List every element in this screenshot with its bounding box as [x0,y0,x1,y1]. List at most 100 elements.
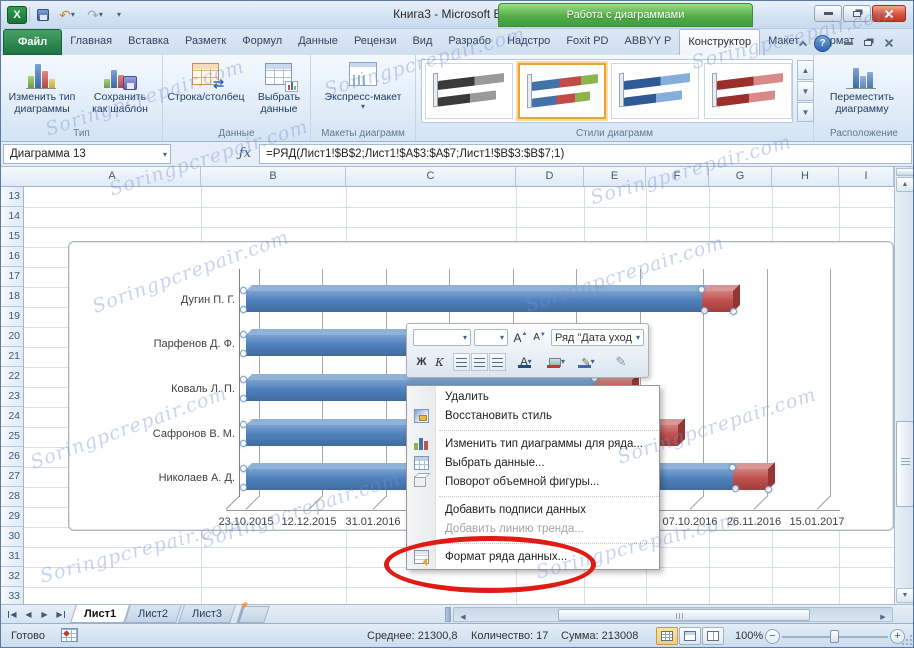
select-data-button[interactable]: Выбрать данные [249,58,309,126]
sheet-tab-Лист3[interactable]: Лист3 [178,605,236,623]
grow-font-button[interactable]: A▲ [511,329,530,346]
fill-color-button[interactable]: ▾ [543,353,571,371]
first-sheet-button[interactable]: ◀ [5,607,20,622]
prev-sheet-button[interactable]: ◀ [21,607,36,622]
tab-page-layout[interactable]: Разметк [177,29,234,55]
row-header-26[interactable]: 26 [1,447,23,467]
menu-item-reset-style[interactable]: Восстановить стиль [407,407,659,426]
font-size-combo[interactable]: ▾ [474,329,508,346]
chart-style-1[interactable] [425,63,513,119]
name-box[interactable]: Диаграмма 13▾ [3,144,171,164]
column-header-I[interactable]: I [839,167,894,186]
selection-handle[interactable] [240,395,247,402]
row-header-30[interactable]: 30 [1,527,23,547]
column-header-A[interactable]: A [24,167,201,186]
selection-handle[interactable] [240,350,247,357]
row-header-15[interactable]: 15 [1,227,23,247]
menu-item-rotation-3d[interactable]: Поворот объемной фигуры... [407,473,659,492]
row-header-21[interactable]: 21 [1,347,23,367]
close-button[interactable] [872,5,906,22]
tab-design[interactable]: Конструктор [679,29,760,55]
menu-item-select-data[interactable]: Выбрать данные... [407,454,659,473]
row-header-13[interactable]: 13 [1,187,23,207]
row-header-22[interactable]: 22 [1,367,23,387]
row-header-31[interactable]: 31 [1,547,23,567]
tab-data[interactable]: Данные [290,29,346,55]
tab-foxit[interactable]: Foxit PD [558,29,616,55]
align-right-button[interactable] [489,353,506,371]
column-header-E[interactable]: E [584,167,646,186]
vertical-scroll-thumb[interactable] [896,421,914,507]
gallery-scroll-down-button[interactable]: ▼ [797,81,814,101]
shrink-font-button[interactable]: A▼ [531,329,548,346]
menu-item-add-data-labels[interactable]: Добавить подписи данных [407,501,659,520]
selection-handle[interactable] [240,287,247,294]
move-chart-button[interactable]: Переместить диаграмму [824,58,900,126]
row-header-28[interactable]: 28 [1,487,23,507]
row-header-17[interactable]: 17 [1,267,23,287]
scroll-left-button[interactable]: ◀ [456,610,470,623]
selection-handle[interactable] [240,484,247,491]
help-button[interactable]: ? [814,35,831,52]
view-page-break-button[interactable] [702,627,724,645]
tab-splitter[interactable] [445,607,451,622]
tab-developer[interactable]: Разрабо [440,29,499,55]
quick-layout-button[interactable]: Экспресс-макет ▾ [317,58,409,126]
format-painter-button[interactable]: ✎ [610,353,632,371]
font-color-button[interactable]: A▾ [513,353,539,371]
selection-handle[interactable] [732,485,739,492]
selection-handle[interactable] [765,486,772,493]
change-chart-type-button[interactable]: Изменить тип диаграммы [4,58,80,126]
menu-item-change-series-chart-type[interactable]: Изменить тип диаграммы для ряда... [407,435,659,454]
minimize-button[interactable] [814,5,842,22]
tab-add-ins[interactable]: Надстро [499,29,558,55]
selection-handle[interactable] [701,307,708,314]
horizontal-scroll-thumb[interactable] [558,609,810,621]
selection-handle[interactable] [240,306,247,313]
resize-grip[interactable] [901,634,913,646]
align-left-button[interactable] [453,353,470,371]
scroll-down-button[interactable]: ▼ [896,588,914,603]
column-header-D[interactable]: D [516,167,584,186]
chart-element-combo[interactable]: Ряд "Дата уход▾ [551,329,644,346]
selection-handle[interactable] [240,421,247,428]
vertical-scrollbar[interactable]: ▲ ▼ [894,167,914,604]
row-header-29[interactable]: 29 [1,507,23,527]
split-box[interactable] [896,168,914,176]
restore-button[interactable] [843,5,871,22]
switch-row-column-button[interactable]: ⇄ Строка/столбец [165,58,247,126]
italic-button[interactable]: К [431,353,448,371]
gallery-more-button[interactable]: ▼ [797,102,814,122]
zoom-slider-thumb[interactable] [830,630,839,643]
sheet-tab-Лист1[interactable]: Лист1 [70,605,130,623]
row-header-23[interactable]: 23 [1,387,23,407]
view-normal-button[interactable] [656,627,678,645]
row-header-33[interactable]: 33 [1,587,23,604]
tab-view[interactable]: Вид [404,29,440,55]
row-header-16[interactable]: 16 [1,247,23,267]
column-header-G[interactable]: G [709,167,772,186]
row-header-20[interactable]: 20 [1,327,23,347]
save-as-template-button[interactable]: Сохранить как шаблон [82,58,158,126]
tab-abbyy[interactable]: ABBYY P [617,29,680,55]
menu-item-delete[interactable]: Удалить [407,388,659,407]
horizontal-scrollbar[interactable]: ◀ ▶ [453,607,893,622]
workbook-restore-button[interactable] [859,35,877,51]
column-header-C[interactable]: C [346,167,516,186]
selection-handle[interactable] [240,440,247,447]
selection-handle[interactable] [240,465,247,472]
zoom-level[interactable]: 100% [735,630,763,642]
insert-sheet-tab[interactable] [236,606,270,623]
column-header-B[interactable]: B [201,167,346,186]
macro-record-icon[interactable] [61,628,78,642]
sheet-tab-Лист2[interactable]: Лист2 [124,605,182,623]
selection-handle[interactable] [729,464,736,471]
collapse-ribbon-button[interactable] [794,35,812,51]
scroll-up-button[interactable]: ▲ [896,177,914,192]
insert-function-button[interactable]: ƒx [233,144,257,164]
chart-style-2-selected[interactable] [518,63,606,119]
tab-review[interactable]: Рецензи [346,29,405,55]
last-sheet-button[interactable]: ▶ [53,607,68,622]
zoom-out-button[interactable]: − [765,629,780,644]
row-header-25[interactable]: 25 [1,427,23,447]
